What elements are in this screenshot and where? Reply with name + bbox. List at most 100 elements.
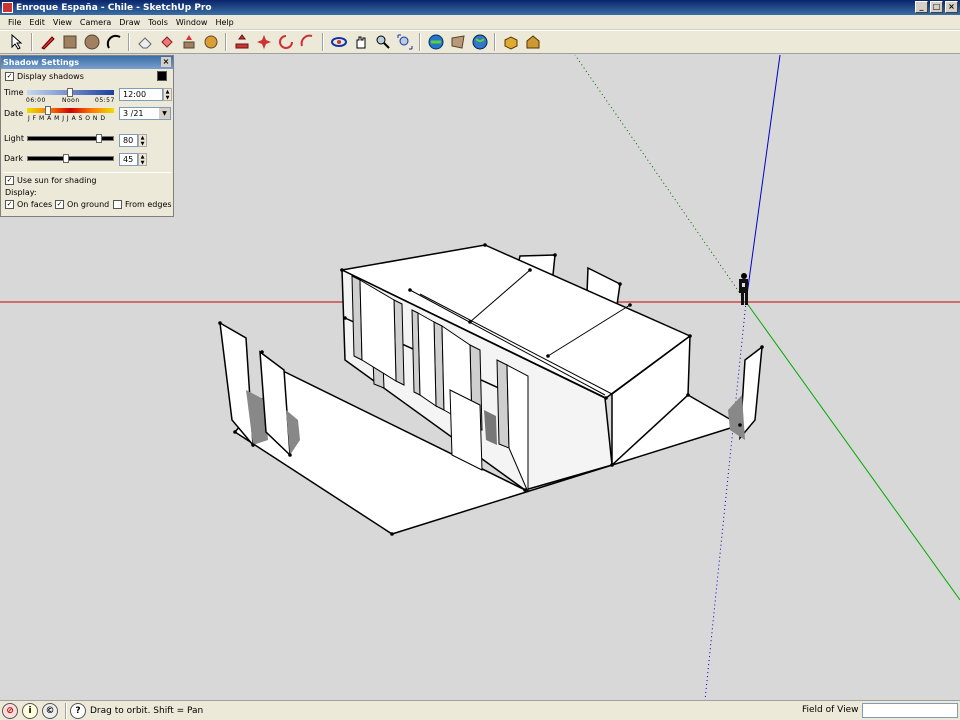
share-model-icon[interactable]: [447, 32, 468, 52]
menu-window[interactable]: Window: [172, 18, 212, 27]
time-spinner[interactable]: ▲ ▼: [163, 88, 172, 101]
zoom-icon[interactable]: [372, 32, 393, 52]
date-slider-track[interactable]: [27, 108, 114, 113]
zoom-extents-icon[interactable]: [394, 32, 415, 52]
panel-collapse-icon[interactable]: [157, 71, 167, 81]
get-models-icon[interactable]: [425, 32, 446, 52]
sketchup-app-icon: [2, 2, 13, 13]
circle-icon[interactable]: [81, 32, 102, 52]
window-title: Enroque España - Chile - SketchUp Pro: [16, 2, 212, 13]
display-label: Display:: [5, 188, 37, 197]
date-dropdown-arrow-icon[interactable]: ▼: [159, 108, 170, 119]
toolbar-separator: [225, 33, 227, 51]
use-sun-label: Use sun for shading: [17, 176, 97, 185]
from-edges-row: From edges: [113, 200, 172, 209]
move-icon[interactable]: [231, 32, 252, 52]
light-label: Light: [4, 134, 24, 143]
time-input[interactable]: 12:00: [119, 88, 163, 101]
on-faces-checkbox[interactable]: ✓: [5, 200, 14, 209]
menu-view[interactable]: View: [49, 18, 76, 27]
warehouse-icon[interactable]: [522, 32, 543, 52]
blue-axis-dotted: [704, 301, 747, 700]
on-faces-row: ✓ On faces: [5, 200, 52, 209]
close-button[interactable]: ×: [945, 1, 958, 13]
menu-tools[interactable]: Tools: [144, 18, 172, 27]
main-toolbar: [0, 30, 960, 54]
display-shadows-label: Display shadows: [17, 72, 84, 81]
date-slider-thumb[interactable]: [45, 106, 51, 115]
dark-label: Dark: [4, 154, 23, 163]
on-ground-label: On ground: [67, 200, 110, 209]
dark-slider-track[interactable]: [27, 156, 114, 161]
dark-slider-thumb[interactable]: [63, 154, 69, 163]
toolbar-separator: [128, 33, 130, 51]
toolbar-separator: [419, 33, 421, 51]
google-earth-icon[interactable]: [469, 32, 490, 52]
rectangle-icon[interactable]: [59, 32, 80, 52]
time-mid-label: Noon: [62, 97, 80, 104]
maximize-button[interactable]: □: [930, 1, 943, 13]
measurement-input[interactable]: [862, 703, 958, 718]
components-icon[interactable]: [500, 32, 521, 52]
measurement-label: Field of View: [802, 705, 859, 715]
time-start-label: 06:00: [26, 97, 46, 104]
use-sun-checkbox[interactable]: ✓: [5, 176, 14, 185]
select-icon[interactable]: [6, 32, 27, 52]
time-label: Time: [4, 88, 24, 97]
on-ground-checkbox[interactable]: ✓: [55, 200, 64, 209]
panel-divider: [3, 172, 171, 173]
from-edges-label: From edges: [125, 200, 172, 209]
time-slider-thumb[interactable]: [67, 88, 73, 97]
toolbar-separator: [494, 33, 496, 51]
user-icon[interactable]: ©: [42, 702, 58, 719]
menu-bar: File Edit View Camera Draw Tools Window …: [0, 15, 960, 29]
paint-bucket-icon[interactable]: [156, 32, 177, 52]
menu-camera[interactable]: Camera: [76, 18, 115, 27]
shadow-panel-title: Shadow Settings ×: [1, 56, 173, 69]
menu-edit[interactable]: Edit: [25, 18, 49, 27]
shadow-panel-close-icon[interactable]: ×: [161, 57, 171, 67]
light-input[interactable]: 80: [119, 134, 138, 147]
light-spinner[interactable]: ▲ ▼: [138, 134, 147, 147]
toolbar-separator: [322, 33, 324, 51]
display-shadows-checkbox[interactable]: ✓: [5, 72, 14, 81]
shadow-panel-title-text: Shadow Settings: [3, 58, 80, 67]
arc-icon[interactable]: [103, 32, 124, 52]
date-label: Date: [4, 109, 24, 118]
push-pull-icon[interactable]: [178, 32, 199, 52]
minimize-button[interactable]: _: [915, 1, 928, 13]
on-ground-row: ✓ On ground: [55, 200, 109, 209]
green-axis-line: [745, 301, 960, 601]
pencil-icon[interactable]: [37, 32, 58, 52]
orbit-icon[interactable]: [328, 32, 349, 52]
credits-icon[interactable]: i: [22, 702, 38, 719]
menu-file[interactable]: File: [4, 18, 25, 27]
rotate-icon[interactable]: [253, 32, 274, 52]
blue-axis-line: [745, 54, 781, 303]
toolbar-separator: [31, 33, 33, 51]
light-slider-thumb[interactable]: [96, 134, 102, 143]
geo-location-icon[interactable]: ⊘: [2, 702, 18, 719]
scale-figure: [739, 273, 748, 305]
help-icon[interactable]: ?: [70, 702, 86, 719]
follow-me-icon[interactable]: [200, 32, 221, 52]
status-separator: [65, 702, 67, 719]
status-bar: ⊘ i © ? Drag to orbit. Shift = Pan Field…: [0, 700, 960, 720]
status-hint: Drag to orbit. Shift = Pan: [90, 705, 204, 716]
shadow-settings-panel: Shadow Settings × ✓ Display shadows Time…: [0, 55, 174, 217]
time-end-label: 05:57: [95, 97, 115, 104]
pan-icon[interactable]: [350, 32, 371, 52]
green-axis-dotted: [574, 54, 747, 303]
panel-left-1: [219, 321, 254, 448]
scale-icon[interactable]: [297, 32, 318, 52]
menu-help[interactable]: Help: [211, 18, 237, 27]
dark-spinner[interactable]: ▲ ▼: [138, 153, 147, 166]
title-bar: Enroque España - Chile - SketchUp Pro _ …: [0, 0, 960, 15]
from-edges-checkbox[interactable]: [113, 200, 122, 209]
dark-input[interactable]: 45: [119, 153, 138, 166]
use-sun-row: ✓ Use sun for shading: [5, 176, 96, 185]
eraser-icon[interactable]: [134, 32, 155, 52]
window-controls: _ □ ×: [915, 1, 958, 13]
offset-icon[interactable]: [275, 32, 296, 52]
menu-draw[interactable]: Draw: [115, 18, 144, 27]
